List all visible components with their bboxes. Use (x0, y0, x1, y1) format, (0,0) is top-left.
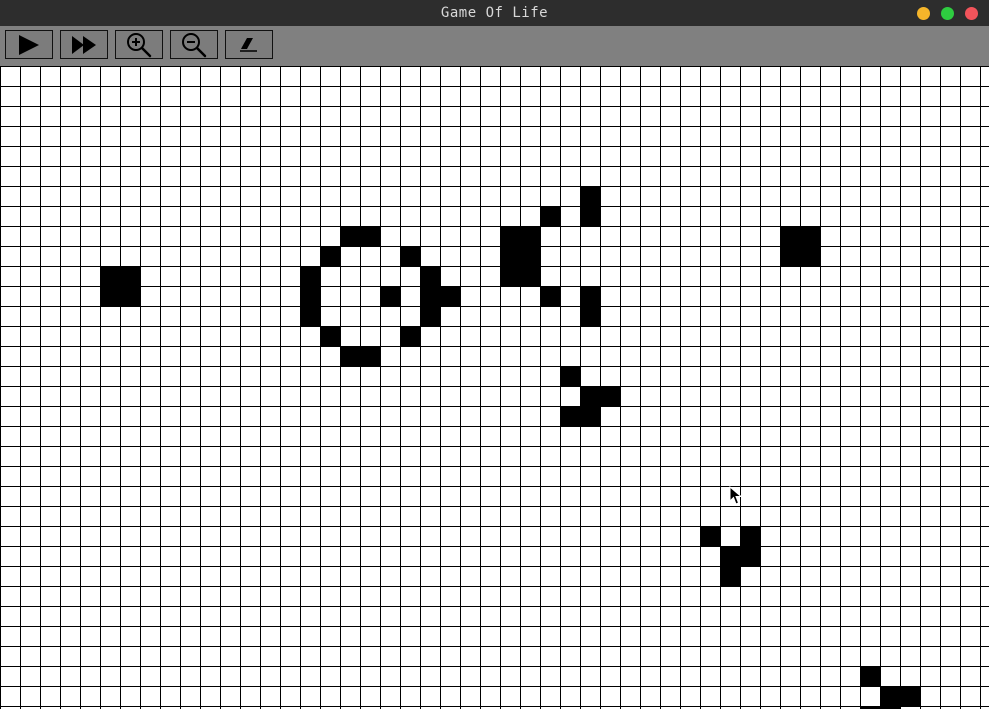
alive-cell[interactable] (580, 206, 600, 226)
alive-cell[interactable] (400, 326, 420, 346)
play-icon (19, 34, 39, 55)
alive-cell[interactable] (300, 266, 320, 286)
alive-cell[interactable] (400, 246, 420, 266)
zoom-out-icon (182, 32, 207, 57)
alive-cell[interactable] (720, 546, 740, 566)
alive-cell[interactable] (800, 226, 820, 246)
alive-cell[interactable] (780, 246, 800, 266)
alive-cell[interactable] (860, 666, 880, 686)
alive-cell[interactable] (520, 226, 540, 246)
alive-cell[interactable] (740, 526, 760, 546)
play-button[interactable] (5, 30, 53, 59)
toolbar (0, 26, 989, 66)
alive-cell[interactable] (500, 266, 520, 286)
alive-cell[interactable] (580, 386, 600, 406)
alive-cell[interactable] (580, 406, 600, 426)
game-board[interactable] (0, 66, 989, 709)
alive-cell[interactable] (560, 366, 580, 386)
alive-cell[interactable] (880, 686, 900, 706)
alive-cell[interactable] (420, 306, 440, 326)
alive-cell[interactable] (540, 286, 560, 306)
alive-cell[interactable] (100, 266, 120, 286)
alive-cell[interactable] (500, 246, 520, 266)
minimize-button[interactable] (917, 7, 930, 20)
window-title: Game Of Life (440, 5, 549, 21)
alive-cell[interactable] (440, 286, 460, 306)
alive-cell[interactable] (300, 286, 320, 306)
alive-cell[interactable] (420, 266, 440, 286)
alive-cell[interactable] (320, 326, 340, 346)
alive-cell[interactable] (380, 286, 400, 306)
title-bar: Game Of Life (0, 0, 989, 26)
mouse-cursor-icon (729, 486, 743, 505)
alive-cell[interactable] (600, 386, 620, 406)
alive-cell[interactable] (740, 546, 760, 566)
alive-cell[interactable] (340, 226, 360, 246)
alive-cell[interactable] (420, 286, 440, 306)
alive-cell[interactable] (580, 286, 600, 306)
alive-cell[interactable] (900, 686, 920, 706)
alive-cell[interactable] (580, 306, 600, 326)
alive-cell[interactable] (120, 286, 140, 306)
alive-cell[interactable] (360, 226, 380, 246)
close-button[interactable] (965, 7, 978, 20)
alive-cell[interactable] (340, 346, 360, 366)
maximize-button[interactable] (941, 7, 954, 20)
alive-cell[interactable] (520, 266, 540, 286)
zoom-out-button[interactable] (170, 30, 218, 59)
alive-cell[interactable] (500, 226, 520, 246)
alive-cell[interactable] (720, 566, 740, 586)
fast-forward-button[interactable] (60, 30, 108, 59)
alive-cell[interactable] (580, 186, 600, 206)
alive-cell[interactable] (100, 286, 120, 306)
alive-cell[interactable] (320, 246, 340, 266)
alive-cell[interactable] (520, 246, 540, 266)
alive-cell[interactable] (700, 526, 720, 546)
clear-button[interactable] (225, 30, 273, 59)
alive-cell[interactable] (780, 226, 800, 246)
alive-cell[interactable] (300, 306, 320, 326)
alive-cell[interactable] (800, 246, 820, 266)
zoom-in-button[interactable] (115, 30, 163, 59)
zoom-in-icon (127, 32, 152, 57)
alive-cell[interactable] (120, 266, 140, 286)
alive-cell[interactable] (560, 406, 580, 426)
fast-forward-icon (72, 35, 96, 54)
alive-cell[interactable] (540, 206, 560, 226)
eraser-icon (240, 37, 257, 52)
alive-cell[interactable] (360, 346, 380, 366)
